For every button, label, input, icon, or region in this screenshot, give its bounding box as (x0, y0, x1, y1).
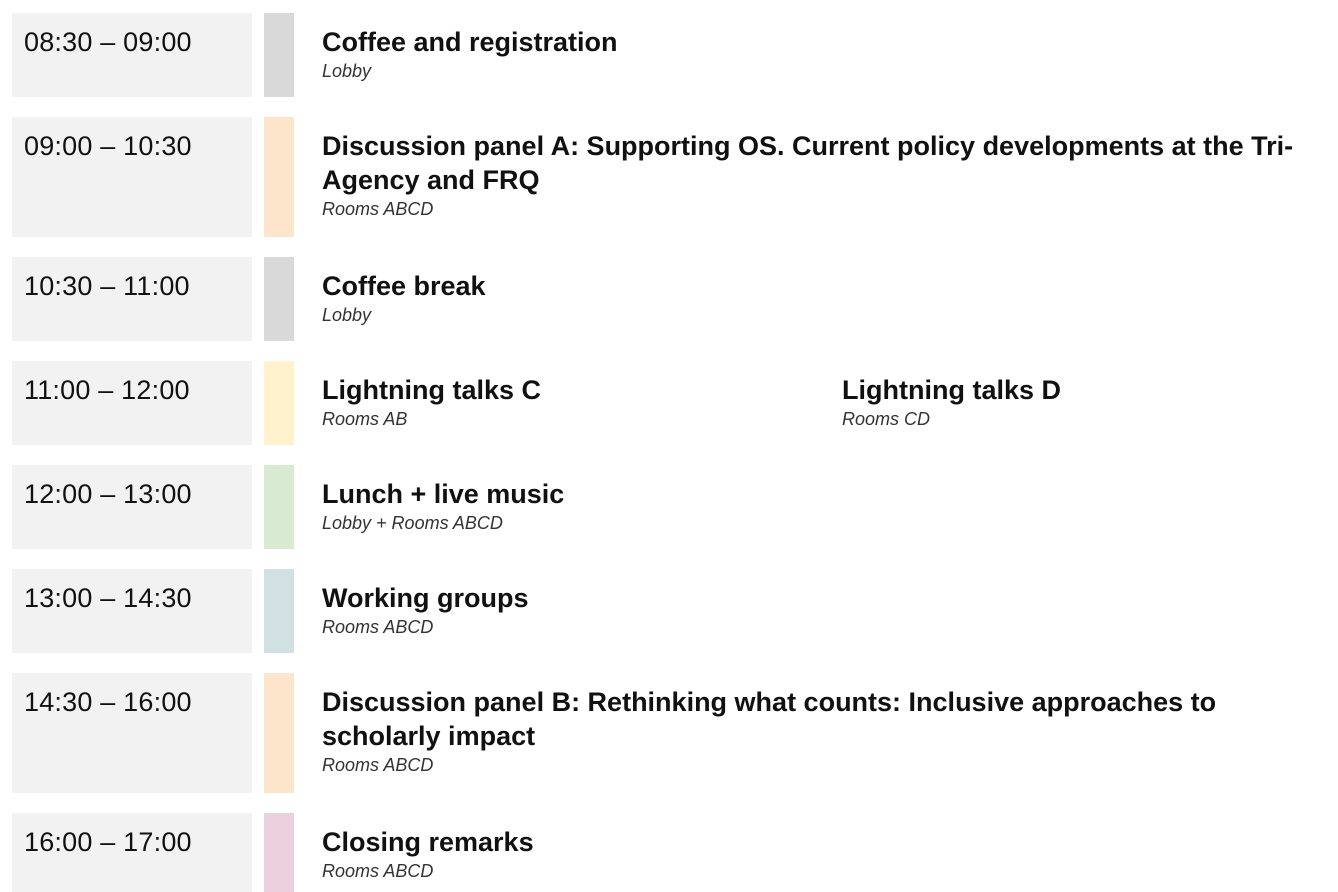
session: Coffee and registration Lobby (322, 25, 1338, 87)
session: Lunch + live music Lobby + Rooms ABCD (322, 477, 1338, 539)
category-color-bar (264, 257, 294, 341)
time-slot: 09:00 – 10:30 (12, 117, 252, 237)
session-location: Lobby (322, 305, 372, 325)
session: Working groups Rooms ABCD (322, 581, 1338, 643)
schedule-row: 13:00 – 14:30 Working groups Rooms ABCD (12, 569, 1338, 653)
session-title: Working groups (322, 583, 529, 613)
schedule: 08:30 – 09:00 Coffee and registration Lo… (12, 13, 1338, 892)
time-slot: 11:00 – 12:00 (12, 361, 252, 445)
session-location: Rooms ABCD (322, 617, 434, 637)
session: Discussion panel A: Supporting OS. Curre… (322, 129, 1338, 227)
session-location: Lobby + Rooms ABCD (322, 513, 503, 533)
session: Closing remarks Rooms ABCD (322, 825, 1338, 882)
session-group: Discussion panel B: Rethinking what coun… (294, 673, 1338, 793)
category-color-bar (264, 569, 294, 653)
session-group: Coffee and registration Lobby (294, 13, 1338, 97)
category-color-bar (264, 117, 294, 237)
session: Lightning talks D Rooms CD (842, 373, 1338, 435)
session-title: Discussion panel A: Supporting OS. Curre… (322, 131, 1294, 195)
session-title: Lightning talks C (322, 375, 541, 405)
session-location: Rooms ABCD (322, 755, 434, 775)
session-group: Lunch + live music Lobby + Rooms ABCD (294, 465, 1338, 549)
session-title: Lightning talks D (842, 375, 1061, 405)
session-title: Coffee break (322, 271, 486, 301)
session: Lightning talks C Rooms AB (322, 373, 842, 435)
session-location: Rooms ABCD (322, 861, 434, 881)
category-color-bar (264, 13, 294, 97)
session-title: Lunch + live music (322, 479, 565, 509)
session: Discussion panel B: Rethinking what coun… (322, 685, 1338, 783)
category-color-bar (264, 673, 294, 793)
schedule-row: 10:30 – 11:00 Coffee break Lobby (12, 257, 1338, 341)
session-title: Closing remarks (322, 827, 534, 857)
category-color-bar (264, 813, 294, 892)
time-slot: 13:00 – 14:30 (12, 569, 252, 653)
session-group: Lightning talks C Rooms AB Lightning tal… (294, 361, 1338, 445)
category-color-bar (264, 465, 294, 549)
time-slot: 08:30 – 09:00 (12, 13, 252, 97)
time-slot: 12:00 – 13:00 (12, 465, 252, 549)
session-group: Discussion panel A: Supporting OS. Curre… (294, 117, 1338, 237)
session-location: Lobby (322, 61, 372, 81)
schedule-row: 12:00 – 13:00 Lunch + live music Lobby +… (12, 465, 1338, 549)
session-location: Rooms AB (322, 409, 408, 429)
session-group: Working groups Rooms ABCD (294, 569, 1338, 653)
session-title: Coffee and registration (322, 27, 618, 57)
session-group: Coffee break Lobby (294, 257, 1338, 341)
schedule-row: 09:00 – 10:30 Discussion panel A: Suppor… (12, 117, 1338, 237)
schedule-row: 08:30 – 09:00 Coffee and registration Lo… (12, 13, 1338, 97)
time-slot: 10:30 – 11:00 (12, 257, 252, 341)
schedule-row: 11:00 – 12:00 Lightning talks C Rooms AB… (12, 361, 1338, 445)
session-title: Discussion panel B: Rethinking what coun… (322, 687, 1217, 751)
time-slot: 16:00 – 17:00 (12, 813, 252, 892)
time-slot: 14:30 – 16:00 (12, 673, 252, 793)
session-location: Rooms ABCD (322, 199, 434, 219)
schedule-row: 16:00 – 17:00 Closing remarks Rooms ABCD (12, 813, 1338, 892)
session-group: Closing remarks Rooms ABCD (294, 813, 1338, 892)
session-location: Rooms CD (842, 409, 931, 429)
category-color-bar (264, 361, 294, 445)
session: Coffee break Lobby (322, 269, 1338, 331)
schedule-row: 14:30 – 16:00 Discussion panel B: Rethin… (12, 673, 1338, 793)
